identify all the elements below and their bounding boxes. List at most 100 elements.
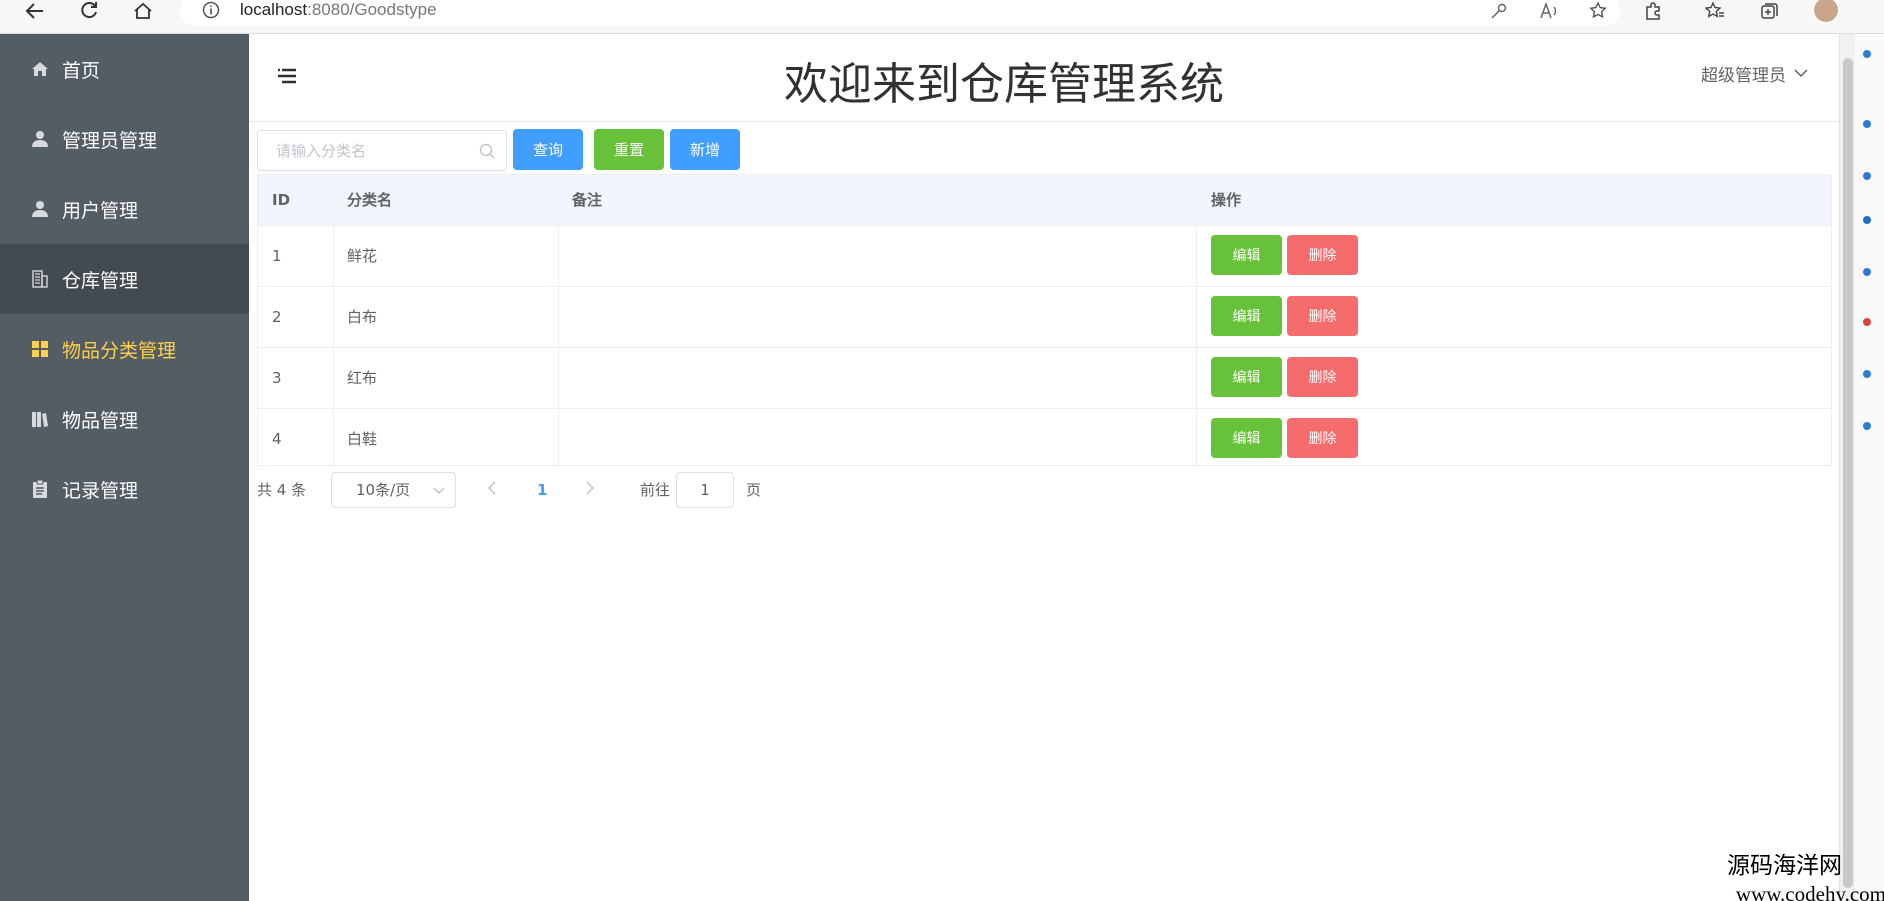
person-icon xyxy=(30,199,50,219)
main-content: 欢迎来到仓库管理系统 超级管理员 查询 重置 新增 ID 分类名 备注 操作 1… xyxy=(249,34,1839,901)
key-icon[interactable] xyxy=(1484,0,1514,22)
books-icon xyxy=(30,409,50,429)
watermark-line-1: 源码海洋网 xyxy=(1727,853,1842,879)
clipboard-icon xyxy=(30,479,50,499)
extensions-icon[interactable] xyxy=(1638,0,1668,22)
column-header-remark: 备注 xyxy=(572,191,603,209)
sidebar-item-admin-management[interactable]: 管理员管理 xyxy=(0,104,249,174)
column-header-id: ID xyxy=(272,191,291,209)
home-icon[interactable] xyxy=(128,0,158,22)
sidebar-item-goods-management[interactable]: 物品管理 xyxy=(0,384,249,454)
collections-icon[interactable] xyxy=(1754,0,1784,22)
profile-avatar[interactable] xyxy=(1812,0,1840,24)
side-app-icon[interactable] xyxy=(1863,120,1871,128)
url-path: :8080/Goodstype xyxy=(307,0,437,19)
favorites-icon[interactable] xyxy=(1700,0,1730,22)
delete-button[interactable]: 删除 xyxy=(1287,296,1358,336)
browser-toolbar: localhost:8080/Goodstype xyxy=(0,0,1884,34)
table-header: ID 分类名 备注 操作 xyxy=(258,175,1831,225)
pagination-total: 共 4 条 xyxy=(257,481,307,499)
sidebar-item-record-management[interactable]: 记录管理 xyxy=(0,454,249,524)
read-aloud-icon[interactable] xyxy=(1534,0,1564,22)
edit-button[interactable]: 编辑 xyxy=(1211,418,1282,458)
column-divider xyxy=(333,225,334,467)
watermark-line-2: www.codehy.com xyxy=(1735,882,1884,901)
home-icon xyxy=(30,59,50,79)
reset-button[interactable]: 重置 xyxy=(594,129,664,170)
sidebar-item-label: 管理员管理 xyxy=(62,129,158,152)
sidebar-item-label: 仓库管理 xyxy=(62,269,139,292)
category-table: ID 分类名 备注 操作 1 鲜花 编辑 删除 2 白布 编辑 删除 3 红布 … xyxy=(257,174,1832,469)
edit-button[interactable]: 编辑 xyxy=(1211,357,1282,397)
sidebar-item-label: 物品分类管理 xyxy=(62,339,177,362)
sidebar-item-user-management[interactable]: 用户管理 xyxy=(0,174,249,244)
page-suffix-label: 页 xyxy=(746,481,762,499)
cell-id: 4 xyxy=(272,430,282,448)
sidebar-item-label: 物品管理 xyxy=(62,409,139,432)
sidebar-item-label: 首页 xyxy=(62,59,101,82)
chevron-down-icon xyxy=(433,473,445,507)
sidebar: 首页 管理员管理 用户管理 仓库管理 物品分类管理 物品管理 记录管理 xyxy=(0,34,249,901)
goto-page-input[interactable]: 1 xyxy=(676,472,734,508)
column-header-actions: 操作 xyxy=(1211,191,1242,209)
cell-name: 白鞋 xyxy=(347,430,378,448)
cell-id: 3 xyxy=(272,369,282,387)
delete-button[interactable]: 删除 xyxy=(1287,357,1358,397)
page-number-current[interactable]: 1 xyxy=(537,472,547,508)
watermark: 源码海洋网 www.codehy.com xyxy=(1680,846,1884,901)
edit-button[interactable]: 编辑 xyxy=(1211,296,1282,336)
back-arrow-icon[interactable] xyxy=(20,0,50,22)
page-title: 欢迎来到仓库管理系统 xyxy=(784,59,1224,110)
page-size-value: 10条/页 xyxy=(356,481,411,499)
cell-name: 红布 xyxy=(347,369,378,387)
user-name: 超级管理员 xyxy=(1701,65,1786,86)
sidebar-item-home[interactable]: 首页 xyxy=(0,34,249,104)
url-text[interactable]: localhost:8080/Goodstype xyxy=(240,0,437,20)
url-host: localhost xyxy=(240,0,308,19)
goto-label: 前往 xyxy=(640,481,671,499)
pagination: 共 4 条 10条/页 1 前往 1 页 xyxy=(257,472,857,508)
side-app-icon[interactable] xyxy=(1863,50,1871,58)
side-app-icon[interactable] xyxy=(1863,172,1871,180)
person-icon xyxy=(30,129,50,149)
favorite-add-icon[interactable] xyxy=(1584,0,1614,22)
side-app-icon[interactable] xyxy=(1863,370,1871,378)
add-button[interactable]: 新增 xyxy=(670,129,740,170)
table-row: 1 鲜花 编辑 删除 xyxy=(258,225,1831,286)
column-divider xyxy=(558,225,559,467)
column-divider xyxy=(1196,225,1197,467)
page-size-select[interactable]: 10条/页 xyxy=(331,472,456,508)
grid-icon xyxy=(30,339,50,359)
side-app-icon[interactable] xyxy=(1863,422,1871,430)
cell-name: 白布 xyxy=(347,308,378,326)
table-row: 4 白鞋 编辑 删除 xyxy=(258,408,1831,469)
cell-id: 1 xyxy=(272,247,282,265)
scrollbar-thumb[interactable] xyxy=(1843,58,1853,888)
sidebar-item-label: 记录管理 xyxy=(62,479,139,502)
sidebar-item-category-management[interactable]: 物品分类管理 xyxy=(0,314,249,384)
search-box xyxy=(257,130,507,171)
table-row: 2 白布 编辑 删除 xyxy=(258,286,1831,347)
side-app-icon[interactable] xyxy=(1863,318,1871,326)
side-app-icon[interactable] xyxy=(1863,216,1871,224)
site-info-icon[interactable] xyxy=(200,0,222,20)
user-dropdown[interactable]: 超级管理员 xyxy=(1701,60,1808,86)
sidebar-item-warehouse-management[interactable]: 仓库管理 xyxy=(0,244,249,314)
prev-page-icon[interactable] xyxy=(487,472,497,508)
refresh-icon[interactable] xyxy=(74,0,104,22)
category-search-input[interactable] xyxy=(258,131,468,170)
search-icon xyxy=(478,142,496,160)
query-button[interactable]: 查询 xyxy=(513,129,583,170)
cell-id: 2 xyxy=(272,308,282,326)
chevron-down-icon xyxy=(1794,63,1808,83)
column-header-name: 分类名 xyxy=(347,191,393,209)
side-panel-strip xyxy=(1855,34,1884,901)
next-page-icon[interactable] xyxy=(585,472,595,508)
delete-button[interactable]: 删除 xyxy=(1287,235,1358,275)
sidebar-item-label: 用户管理 xyxy=(62,199,139,222)
cell-name: 鲜花 xyxy=(347,247,378,265)
edit-button[interactable]: 编辑 xyxy=(1211,235,1282,275)
delete-button[interactable]: 删除 xyxy=(1287,418,1358,458)
vertical-scrollbar[interactable] xyxy=(1839,34,1855,901)
side-app-icon[interactable] xyxy=(1863,268,1871,276)
